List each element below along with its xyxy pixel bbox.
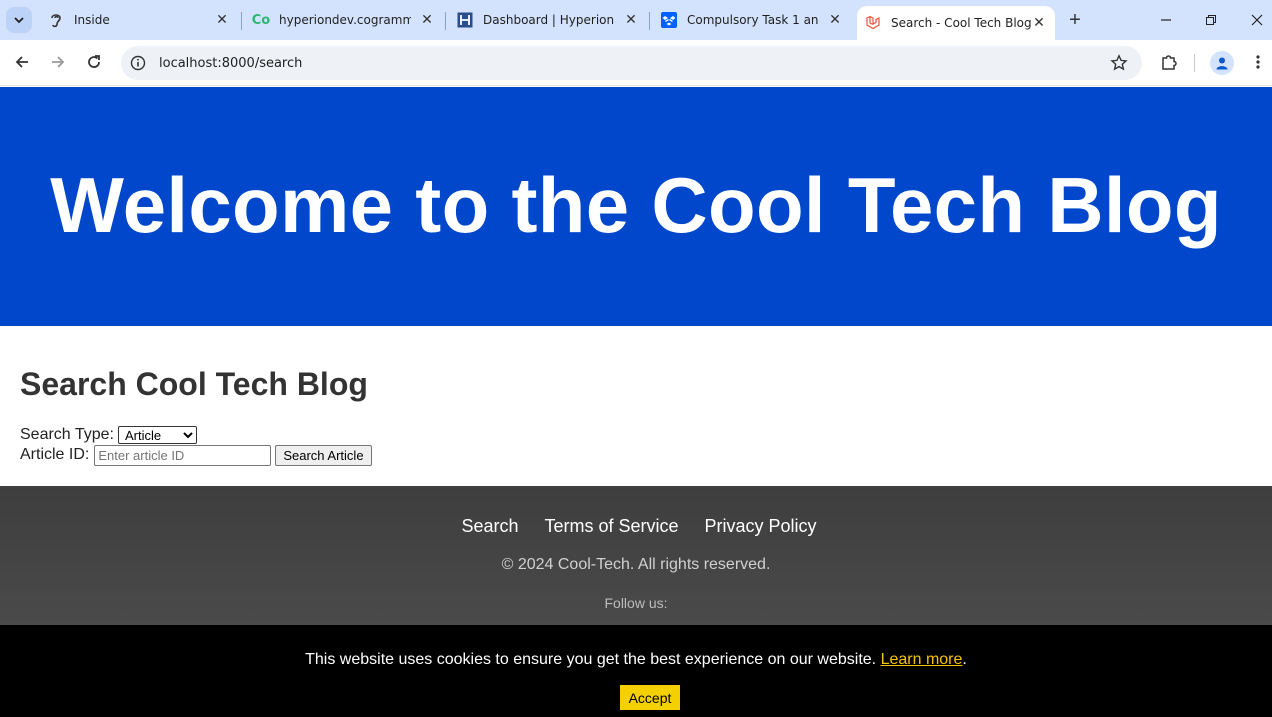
footer-nav: Search Terms of Service Privacy Policy <box>0 516 1272 537</box>
profile-avatar[interactable] <box>1210 51 1234 75</box>
puzzle-icon <box>1162 55 1177 70</box>
laravel-icon <box>865 15 881 31</box>
copyright-text: © 2024 Cool-Tech. All rights reserved. <box>501 556 771 573</box>
plus-icon: + <box>1069 8 1081 31</box>
reload-icon <box>88 55 100 68</box>
address-bar[interactable]: localhost:8000/search <box>121 46 1142 80</box>
cookie-message-text: This website uses cookies to ensure you … <box>305 651 877 668</box>
chevron-down-icon <box>14 17 24 24</box>
footer-link-search[interactable]: Search <box>461 516 518 537</box>
person-icon <box>1216 57 1228 70</box>
article-id-row: Article ID: Search Article <box>20 444 372 466</box>
search-type-select[interactable]: Article <box>117 426 197 444</box>
cookie-message: This website uses cookies to ensure you … <box>0 651 1272 669</box>
bookmark-star-icon[interactable] <box>1110 54 1128 77</box>
ear-icon <box>48 12 64 28</box>
tab-title: Compulsory Task 1 and 2 <box>687 13 819 27</box>
forward-button[interactable] <box>45 49 71 75</box>
tab-title: Inside <box>74 13 110 27</box>
close-icon[interactable]: ✕ <box>1031 15 1047 31</box>
url-text: localhost:8000/search <box>159 55 303 71</box>
tab-dashboard[interactable]: Dashboard | HyperionDe ✕ <box>457 0 639 40</box>
back-button[interactable] <box>9 49 35 75</box>
extensions-button[interactable] <box>1156 49 1182 75</box>
footer-link-privacy[interactable]: Privacy Policy <box>705 516 817 537</box>
dropbox-icon <box>661 12 677 28</box>
learn-more-link[interactable]: Learn more <box>881 651 963 668</box>
page-title: Search Cool Tech Blog <box>20 366 368 402</box>
site-info-icon[interactable] <box>129 54 147 72</box>
more-vert-icon <box>1256 55 1260 69</box>
minimize-icon <box>1161 19 1171 21</box>
close-icon[interactable]: ✕ <box>623 12 639 28</box>
search-type-label: Search Type: <box>20 426 114 443</box>
cogrammar-icon: Co <box>251 12 271 28</box>
arrow-left-icon <box>15 56 28 68</box>
new-tab-button[interactable]: + <box>1065 8 1085 31</box>
tab-cogrammar[interactable]: Co hyperiondev.cogrammar. ✕ <box>251 0 435 40</box>
reload-button[interactable] <box>81 49 107 75</box>
minimize-button[interactable] <box>1143 0 1189 40</box>
restore-button[interactable] <box>1188 0 1234 40</box>
tab-search-button[interactable] <box>6 7 32 33</box>
search-section: Search Cool Tech Blog <box>20 366 368 403</box>
accept-cookies-button[interactable]: Accept <box>620 685 680 710</box>
close-icon[interactable]: ✕ <box>214 12 230 28</box>
search-type-row: Search Type: Article <box>20 425 197 445</box>
restore-icon <box>1206 15 1216 25</box>
tab-dropbox[interactable]: Compulsory Task 1 and 2 ✕ <box>661 0 843 40</box>
hyperiondev-icon <box>457 12 473 28</box>
tab-title: Search - Cool Tech Blog <box>891 16 1032 30</box>
article-id-label: Article ID: <box>20 446 90 463</box>
footer-link-terms[interactable]: Terms of Service <box>544 516 678 537</box>
cookie-period: . <box>962 651 967 668</box>
tab-search-cool-tech-blog[interactable]: Search - Cool Tech Blog ✕ <box>857 6 1055 40</box>
tab-title: Dashboard | HyperionDe <box>483 13 615 27</box>
browser-toolbar: localhost:8000/search <box>0 40 1272 86</box>
close-window-button[interactable] <box>1234 0 1272 40</box>
arrow-right-icon <box>52 56 65 68</box>
follow-us-text: Follow us: <box>604 595 668 611</box>
footer: Search Terms of Service Privacy Policy ©… <box>0 486 1272 626</box>
hero-banner: Welcome to the Cool Tech Blog <box>0 87 1272 326</box>
cookie-banner: This website uses cookies to ensure you … <box>0 625 1272 717</box>
article-id-input[interactable] <box>94 444 272 466</box>
tab-inside[interactable]: Inside ✕ <box>48 0 230 40</box>
tab-title: hyperiondev.cogrammar. <box>279 13 411 27</box>
tab-strip: Inside ✕ Co hyperiondev.cogrammar. ✕ Das… <box>0 0 1272 40</box>
close-icon[interactable]: ✕ <box>827 12 843 28</box>
close-icon[interactable]: ✕ <box>419 12 435 28</box>
menu-button[interactable] <box>1245 49 1271 75</box>
close-icon <box>1251 14 1263 26</box>
search-article-button[interactable]: Search Article <box>275 444 372 466</box>
hero-title: Welcome to the Cool Tech Blog <box>50 161 1222 249</box>
